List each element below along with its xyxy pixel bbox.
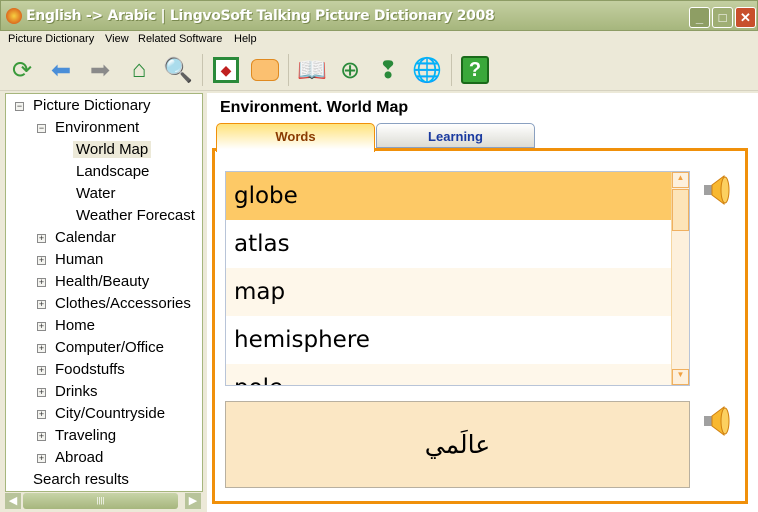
translation-box: عالَمي	[225, 401, 690, 488]
help-icon[interactable]: ?	[459, 54, 491, 86]
menu-bar: Picture Dictionary View Related Software…	[0, 31, 758, 49]
expand-icon[interactable]: +	[37, 256, 46, 265]
refresh-icon[interactable]: ⟳	[6, 54, 38, 86]
word-list-item[interactable]: map	[226, 268, 672, 316]
expand-icon[interactable]: +	[37, 278, 46, 287]
tree-item-computer-office[interactable]: Computer/Office	[55, 339, 164, 356]
expand-icon[interactable]: +	[37, 432, 46, 441]
menu-help[interactable]: Help	[234, 33, 257, 45]
collapse-icon[interactable]: −	[15, 102, 24, 111]
word-list-item[interactable]: hemisphere	[226, 316, 672, 364]
tree-item-water[interactable]: Water	[76, 185, 115, 202]
tree-item-abroad[interactable]: Abroad	[55, 449, 103, 466]
tree-item-calendar[interactable]: Calendar	[55, 229, 116, 246]
expand-icon[interactable]: +	[37, 388, 46, 397]
tree-item-world-map[interactable]: World Map	[73, 141, 152, 158]
tree-item-traveling[interactable]: Traveling	[55, 427, 116, 444]
tree-item-search-results[interactable]: Search results	[33, 471, 129, 488]
app-icon	[6, 8, 22, 24]
forward-arrow-icon[interactable]: ➡	[84, 54, 116, 86]
minimize-button[interactable]: _	[689, 7, 710, 28]
book-search-icon[interactable]: 📖	[296, 54, 328, 86]
expand-icon[interactable]: +	[37, 322, 46, 331]
page-title: Environment. World Map	[220, 99, 409, 116]
speaker-icon[interactable]	[702, 173, 732, 207]
picture-icon[interactable]: ◆	[210, 54, 242, 86]
tree-item-foodstuffs[interactable]: Foodstuffs	[55, 361, 125, 378]
tree-item-drinks[interactable]: Drinks	[55, 383, 98, 400]
word-list-item[interactable]: atlas	[226, 220, 672, 268]
expand-icon[interactable]: +	[37, 344, 46, 353]
search-icon[interactable]: 🔍	[162, 54, 194, 86]
title-bar: English -> Arabic | LingvoSoft Talking P…	[0, 0, 758, 31]
speech-bubble-icon[interactable]	[249, 54, 281, 86]
menu-picture-dictionary[interactable]: Picture Dictionary	[8, 33, 94, 45]
tree-item-clothes-accessories[interactable]: Clothes/Accessories	[55, 295, 191, 312]
home-icon[interactable]: ⌂	[123, 54, 155, 86]
menu-view[interactable]: View	[105, 33, 129, 45]
tree-item-environment[interactable]: Environment	[55, 119, 139, 136]
word-list-item[interactable]: pole	[226, 364, 672, 385]
tab-learning[interactable]: Learning	[376, 123, 535, 148]
tab-words[interactable]: Words	[216, 123, 375, 152]
expand-icon[interactable]: +	[37, 234, 46, 243]
toolbar: ⟳ ⬅ ➡ ⌂ 🔍 ◆ 📖 ⊕ ❢ 🌐 ?	[0, 49, 758, 91]
web-search-icon[interactable]: 🌐	[411, 54, 443, 86]
window-title: English -> Arabic | LingvoSoft Talking P…	[26, 8, 495, 24]
tree-item-weather-forecast[interactable]: Weather Forecast	[76, 207, 195, 224]
maximize-button[interactable]: □	[712, 7, 733, 28]
word-list-scrollbar[interactable]: ▲ ▼	[671, 172, 689, 385]
close-button[interactable]: ✕	[735, 7, 756, 28]
menu-related-software[interactable]: Related Software	[138, 33, 222, 45]
tree-item-city-countryside[interactable]: City/Countryside	[55, 405, 165, 422]
expand-icon[interactable]: +	[37, 454, 46, 463]
expand-icon[interactable]: +	[37, 410, 46, 419]
tree-item-human[interactable]: Human	[55, 251, 103, 268]
word-list-item[interactable]: globe	[226, 172, 672, 220]
word-list: polehemispheremapatlasglobe ▲ ▼	[225, 171, 690, 386]
back-arrow-icon[interactable]: ⬅	[45, 54, 77, 86]
add-card-alert-icon[interactable]: ❢	[372, 54, 404, 86]
tree-item-picture-dictionary[interactable]: Picture Dictionary	[33, 97, 151, 114]
tree-item-home[interactable]: Home	[55, 317, 95, 334]
add-card-icon[interactable]: ⊕	[334, 54, 366, 86]
tree-item-landscape[interactable]: Landscape	[76, 163, 149, 180]
category-tree: − Picture Dictionary − Environment World…	[5, 93, 203, 492]
tree-horizontal-scrollbar[interactable]: ◀ |||| ▶	[5, 492, 203, 510]
expand-icon[interactable]: +	[37, 300, 46, 309]
speaker-icon[interactable]	[702, 404, 732, 438]
collapse-icon[interactable]: −	[37, 124, 46, 133]
expand-icon[interactable]: +	[37, 366, 46, 375]
tree-item-health-beauty[interactable]: Health/Beauty	[55, 273, 149, 290]
